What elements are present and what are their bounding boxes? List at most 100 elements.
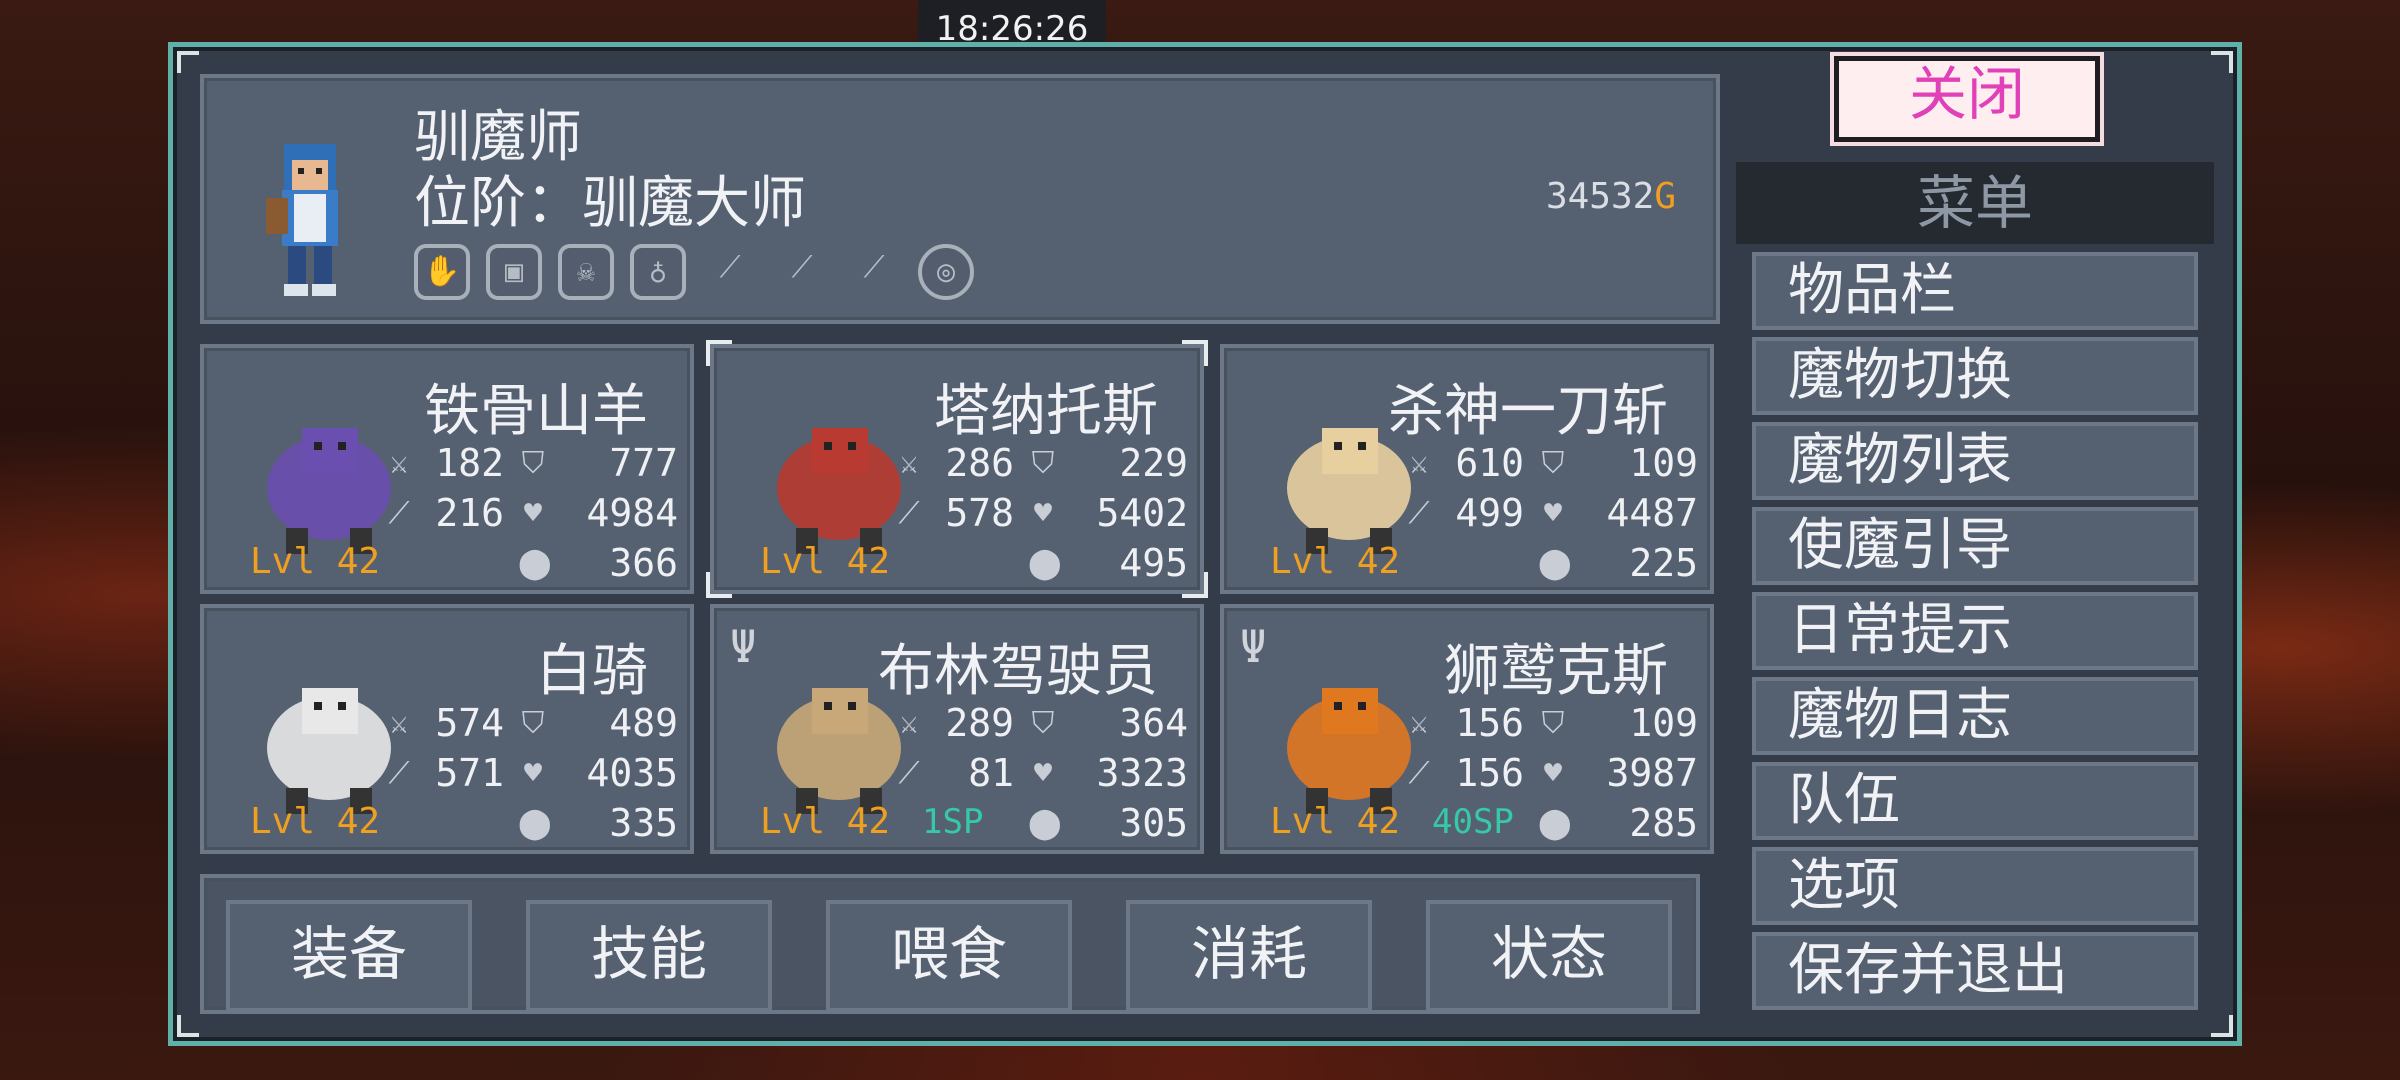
- close-button[interactable]: 关闭: [1834, 56, 2100, 142]
- menu-item-familiar-guide[interactable]: 使魔引导: [1752, 507, 2198, 585]
- menu-item-save-quit[interactable]: 保存并退出: [1752, 932, 2198, 1010]
- frame-corner: [2211, 1015, 2233, 1037]
- frame-corner: [2211, 51, 2233, 73]
- skull-icon[interactable]: ☠: [558, 244, 614, 300]
- wand-icon: ⟋: [898, 755, 920, 791]
- wand-icon: ⟋: [1408, 495, 1430, 531]
- wand-icon: ⟋: [898, 495, 920, 531]
- selection-corner: [706, 572, 732, 598]
- monster-stats: ⚔ 610 ⛉ 109 ⟋ 499 ♥ 4487 ⬤ 225: [1388, 438, 1699, 588]
- claw-icon[interactable]: ✋: [414, 244, 470, 300]
- menu-title: 菜单: [1736, 162, 2214, 244]
- stat-health: 3987: [1606, 751, 1698, 795]
- mana-drop-icon: ⬤: [518, 545, 552, 581]
- skill-points: 40SP: [1432, 802, 1514, 842]
- shield-icon: ⛉: [1031, 705, 1055, 741]
- skill-points: 1SP: [922, 802, 984, 842]
- stat-magic: 216: [435, 491, 504, 535]
- menu-item-options[interactable]: 选项: [1752, 847, 2198, 925]
- action-bar: 装备 技能 喂食 消耗 状态: [200, 874, 1700, 1014]
- wand-icon: ⟋: [388, 495, 410, 531]
- consume-button[interactable]: 消耗: [1126, 900, 1372, 1012]
- gold-amount: 34532: [1545, 176, 1655, 217]
- monster-level: Lvl 42: [760, 541, 891, 582]
- monster-name: 布林驾驶员: [878, 639, 1158, 704]
- monster-stats: ⚔ 574 ⛉ 489 ⟋ 571 ♥ 4035 ⬤ 335: [368, 698, 679, 848]
- monster-name: 狮鹫克斯: [1444, 639, 1668, 704]
- frame-corner: [177, 51, 199, 73]
- monster-card[interactable]: 白骑 ⚔ 574 ⛉ 489 ⟋ 571 ♥ 4035 ⬤ 335 Lvl 42: [200, 604, 694, 854]
- sword-icon: ⚔: [389, 705, 409, 741]
- feather-icon[interactable]: ⟋: [846, 244, 902, 300]
- stat-attack: 574: [435, 701, 504, 745]
- heart-icon: ♥: [1543, 755, 1563, 791]
- menu-item-party[interactable]: 队伍: [1752, 762, 2198, 840]
- sword-icon: ⚔: [899, 445, 919, 481]
- stat-mana: 335: [609, 801, 678, 845]
- equip-button[interactable]: 装备: [226, 900, 472, 1012]
- heart-icon: ♥: [523, 495, 543, 531]
- stat-health: 3323: [1096, 751, 1188, 795]
- mana-drop-icon: ⬤: [1028, 805, 1062, 841]
- menu-item-inventory[interactable]: 物品栏: [1752, 252, 2198, 330]
- monster-level: Lvl 42: [760, 801, 891, 842]
- monster-name: 杀神一刀斩: [1388, 379, 1668, 444]
- heart-icon: ♥: [1033, 495, 1053, 531]
- heart-icon: ♥: [523, 755, 543, 791]
- menu-item-daily-tips[interactable]: 日常提示: [1752, 592, 2198, 670]
- stat-magic: 571: [435, 751, 504, 795]
- stat-defense: 364: [1119, 701, 1188, 745]
- stat-mana: 225: [1629, 541, 1698, 585]
- menu-item-monster-journal[interactable]: 魔物日志: [1752, 677, 2198, 755]
- menu-item-monster-list[interactable]: 魔物列表: [1752, 422, 2198, 500]
- sword-icon: ⚔: [899, 705, 919, 741]
- menu-item-monster-swap[interactable]: 魔物切换: [1752, 337, 2198, 415]
- monster-name: 铁骨山羊: [424, 379, 648, 444]
- stat-defense: 109: [1629, 701, 1698, 745]
- gold-counter: 34532G: [1546, 176, 1676, 217]
- stat-health: 5402: [1096, 491, 1188, 535]
- stat-mana: 285: [1629, 801, 1698, 845]
- sword-icon: ⚔: [1409, 445, 1429, 481]
- stat-health: 4984: [586, 491, 678, 535]
- amulet-icon[interactable]: ♁: [630, 244, 686, 300]
- monster-stats: ⚔ 182 ⛉ 777 ⟋ 216 ♥ 4984 ⬤ 366: [368, 438, 679, 588]
- feather-icon[interactable]: ⟋: [774, 244, 830, 300]
- feather-icon[interactable]: ⟋: [702, 244, 758, 300]
- sword-icon: ⚔: [1409, 705, 1429, 741]
- armor-icon[interactable]: ▣: [486, 244, 542, 300]
- selection-corner: [1182, 572, 1208, 598]
- stat-attack: 289: [945, 701, 1014, 745]
- status-button[interactable]: 状态: [1426, 900, 1672, 1012]
- stat-mana: 495: [1119, 541, 1188, 585]
- fork-icon: Ψ: [1240, 622, 1267, 673]
- monster-stats: ⚔ 286 ⛉ 229 ⟋ 578 ♥ 5402 ⬤ 495: [878, 438, 1189, 588]
- mana-drop-icon: ⬤: [1028, 545, 1062, 581]
- shield-icon: ⛉: [1541, 445, 1565, 481]
- stat-health: 4035: [586, 751, 678, 795]
- hero-panel: 驯魔师 位阶：驯魔大师 34532G ✋ ▣ ☠ ♁ ⟋ ⟋ ⟋ ◎: [200, 74, 1720, 324]
- stat-magic: 156: [1455, 751, 1524, 795]
- monster-level: Lvl 42: [250, 541, 381, 582]
- stat-defense: 777: [609, 441, 678, 485]
- monster-card[interactable]: Ψ 狮鹫克斯 ⚔ 156 ⛉ 109 ⟋ 156 ♥ 3987 ⬤ 285 Lvl 42 40SP: [1220, 604, 1714, 854]
- shield-icon: ⛉: [521, 705, 545, 741]
- feed-button[interactable]: 喂食: [826, 900, 1072, 1012]
- mana-drop-icon: ⬤: [1538, 805, 1572, 841]
- wand-icon: ⟋: [1408, 755, 1430, 791]
- monster-card[interactable]: 塔纳托斯 ⚔ 286 ⛉ 229 ⟋ 578 ♥ 5402 ⬤ 495 Lvl 42: [706, 340, 1208, 598]
- monster-card[interactable]: 杀神一刀斩 ⚔ 610 ⛉ 109 ⟋ 499 ♥ 4487 ⬤ 225 Lvl 42: [1220, 344, 1714, 594]
- monster-card[interactable]: 铁骨山羊 ⚔ 182 ⛉ 777 ⟋ 216 ♥ 4984 ⬤ 366 Lvl 42: [200, 344, 694, 594]
- heart-icon: ♥: [1543, 495, 1563, 531]
- stat-mana: 305: [1119, 801, 1188, 845]
- monster-card[interactable]: Ψ 布林驾驶员 ⚔ 289 ⛉ 364 ⟋ 81 ♥ 3323 ⬤ 305 Lvl 42 1SP: [710, 604, 1204, 854]
- egg-icon[interactable]: ◎: [918, 244, 974, 300]
- equipment-slots: ✋ ▣ ☠ ♁ ⟋ ⟋ ⟋ ◎: [414, 244, 974, 300]
- stat-attack: 286: [945, 441, 1014, 485]
- hero-sprite: [266, 144, 338, 296]
- stat-attack: 182: [435, 441, 504, 485]
- shield-icon: ⛉: [1031, 445, 1055, 481]
- fork-icon: Ψ: [730, 622, 757, 673]
- stat-attack: 156: [1455, 701, 1524, 745]
- skill-button[interactable]: 技能: [526, 900, 772, 1012]
